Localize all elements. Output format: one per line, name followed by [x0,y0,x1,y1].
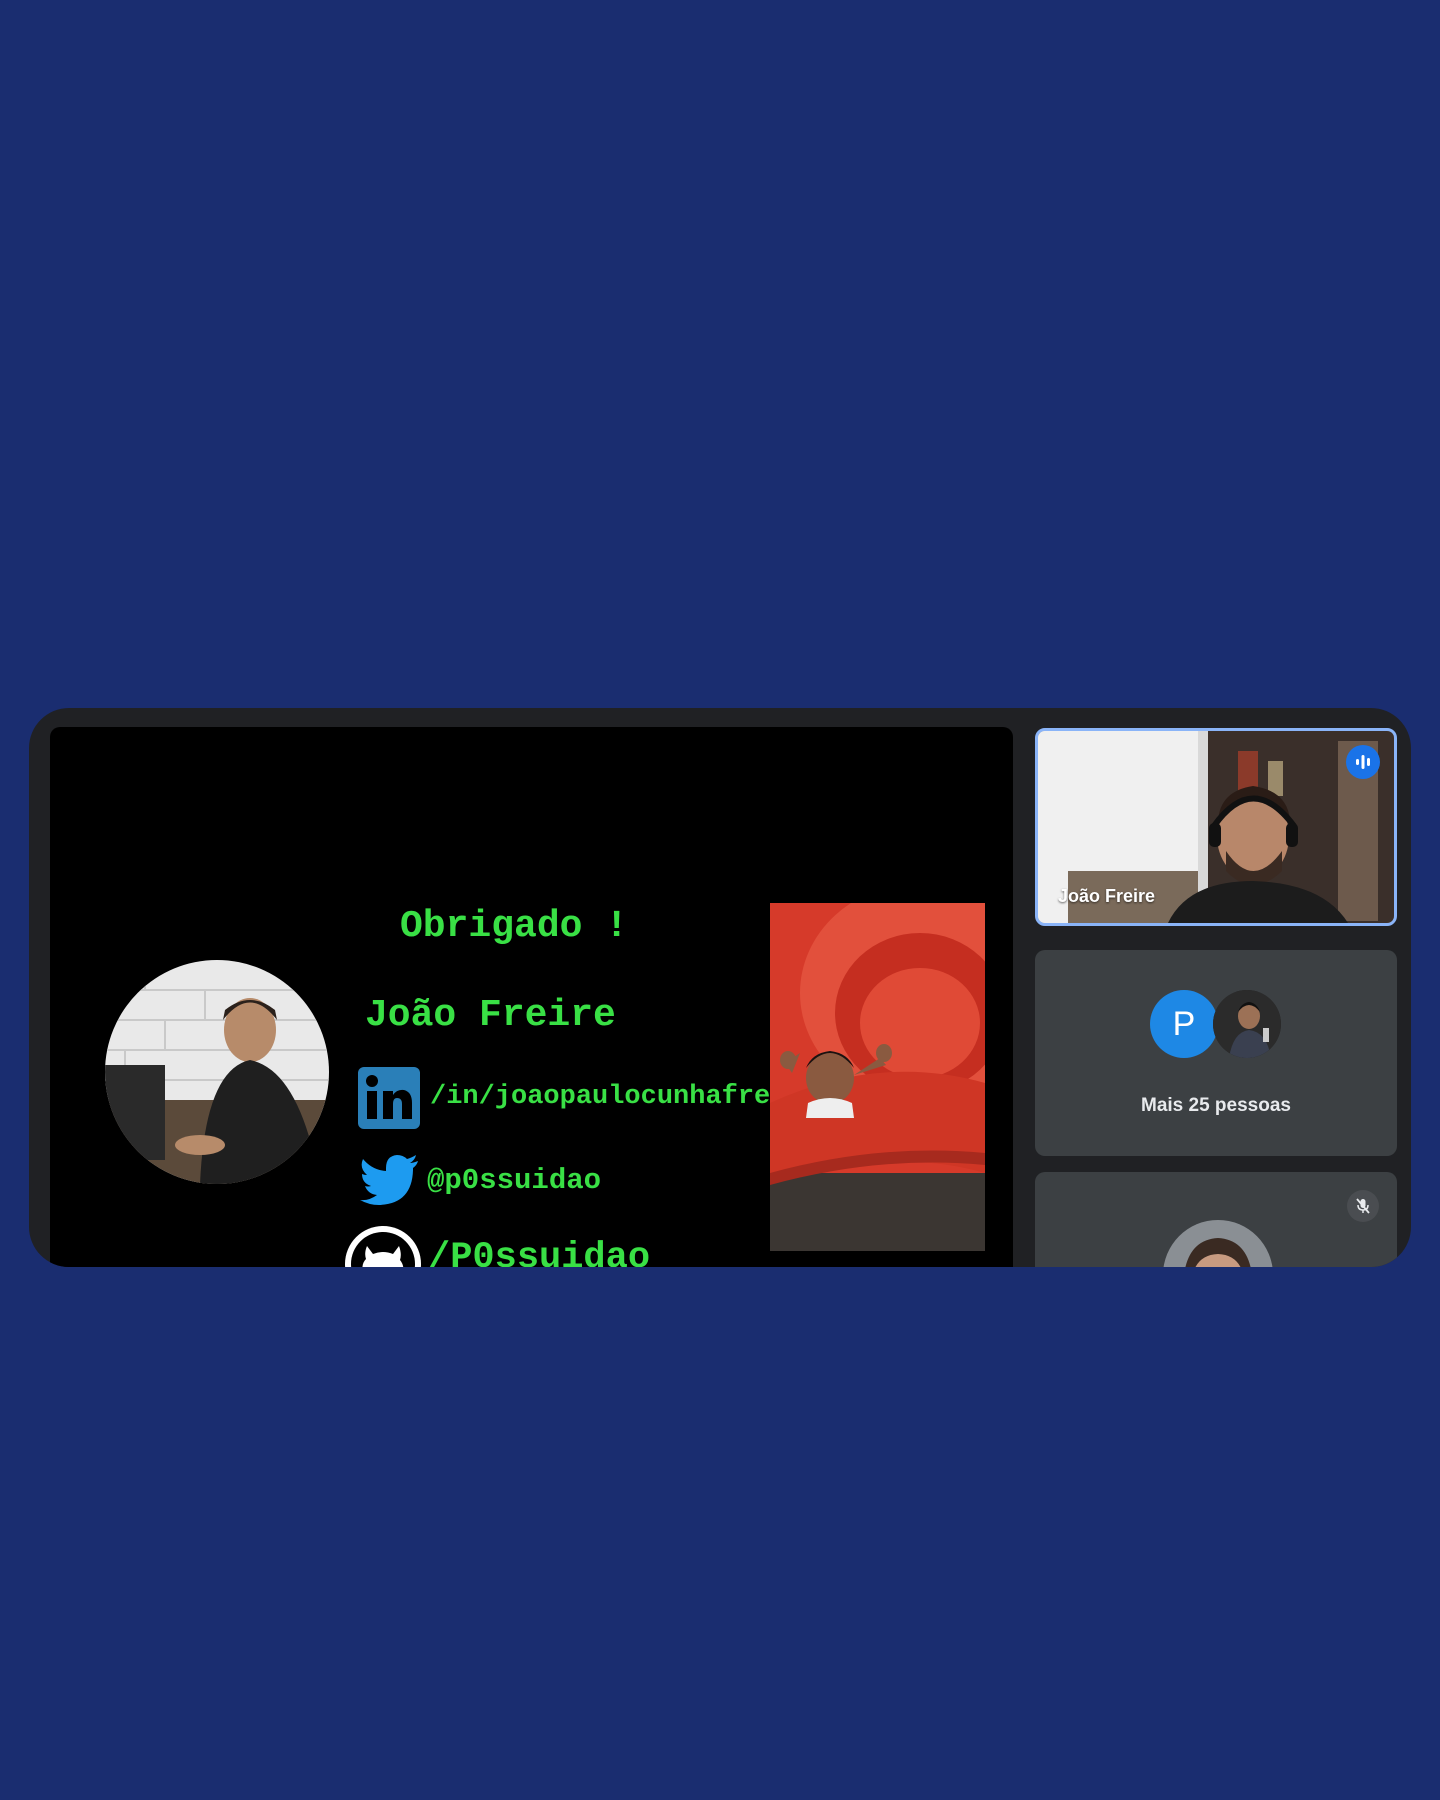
video-call-window: Obrigado ! João Freire /in/joaopaulocunh… [29,708,1411,1267]
slide-github-handle: /P0ssuidao [428,1237,651,1267]
participant-tile[interactable] [1035,1172,1397,1267]
participant-name: João Freire [1058,886,1156,906]
slide-title: Obrigado ! [400,905,629,948]
avatar [1163,1220,1273,1267]
slide-twitter-handle: @p0ssuidao [427,1164,602,1197]
avatar: P [1150,990,1218,1058]
slide-presenter-name: João Freire [365,994,616,1037]
speaking-icon [1346,745,1380,779]
profile-photo [105,960,329,1184]
mic-off-icon [1347,1190,1379,1222]
more-people-label: Mais 25 pessoas [1141,1095,1291,1116]
participant-tile-active-speaker[interactable]: João Freire [1035,728,1397,926]
avatar [1213,990,1281,1058]
shared-screen-presentation[interactable]: Obrigado ! João Freire /in/joaopaulocunh… [50,727,1013,1267]
participant-tile-more-people[interactable]: P Mais 25 pessoas [1035,950,1397,1156]
page-background: Obrigado ! João Freire /in/joaopaulocunh… [0,0,1440,1800]
github-icon [343,1224,423,1267]
linkedin-icon [358,1067,420,1129]
child-on-slide-photo [770,903,985,1251]
slide-linkedin-handle: /in/joaopaulocunhafreire [430,1082,819,1112]
twitter-icon [360,1155,420,1205]
